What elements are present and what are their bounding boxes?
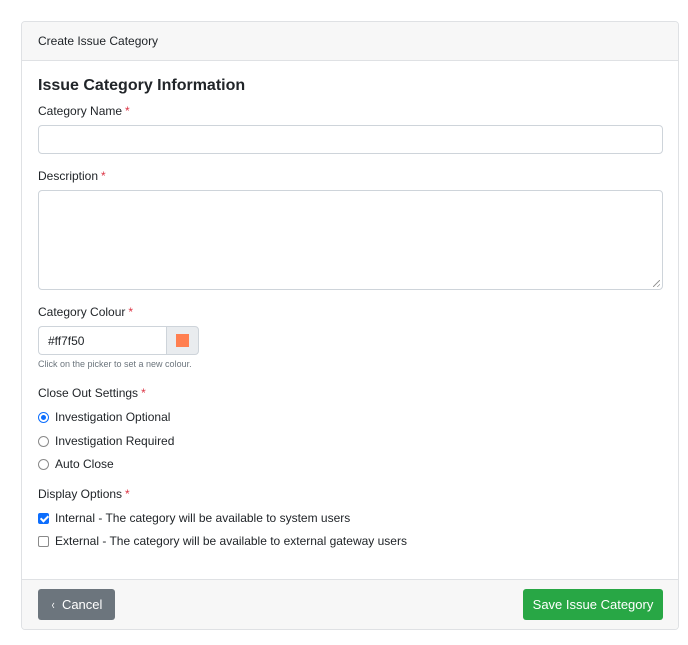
radio-button[interactable]: [38, 458, 49, 470]
section-title: Issue Category Information: [38, 77, 246, 94]
colour-help-text: Click on the picker to set a new colour.: [38, 359, 192, 369]
colour-hex-input[interactable]: #ff7f50: [38, 326, 166, 355]
radio-button[interactable]: [38, 411, 49, 423]
radio-button[interactable]: [38, 435, 49, 447]
card-footer: ‹ Cancel Save Issue Category: [22, 579, 678, 629]
chevron-left-icon: ‹: [51, 597, 55, 612]
cancel-button[interactable]: ‹ Cancel: [38, 589, 115, 620]
save-issue-category-button[interactable]: Save Issue Category: [523, 589, 663, 620]
close-out-settings-label: Close Out Settings *: [38, 386, 146, 400]
required-asterisk: *: [125, 104, 130, 118]
resize-grip-icon[interactable]: [653, 280, 660, 287]
category-colour-label: Category Colour *: [38, 305, 134, 319]
colour-input-group: #ff7f50: [38, 326, 199, 355]
radio-investigation-optional[interactable]: Investigation Optional: [38, 410, 170, 424]
checkbox[interactable]: [38, 535, 49, 547]
display-options-label: Display Options *: [38, 487, 130, 501]
card-header: Create Issue Category: [22, 22, 678, 61]
checkbox-internal[interactable]: Internal - The category will be availabl…: [38, 511, 350, 525]
description-textarea[interactable]: [38, 190, 663, 290]
checkbox[interactable]: [38, 512, 49, 524]
required-asterisk: *: [141, 386, 146, 400]
required-asterisk: *: [125, 487, 130, 501]
create-issue-category-card: Create Issue Category Issue Category Inf…: [21, 21, 679, 630]
checkbox-external[interactable]: External - The category will be availabl…: [38, 534, 407, 548]
description-label: Description *: [38, 169, 106, 183]
required-asterisk: *: [101, 169, 106, 183]
category-name-input[interactable]: [38, 125, 663, 154]
radio-auto-close[interactable]: Auto Close: [38, 457, 114, 471]
colour-picker-button[interactable]: [166, 326, 199, 355]
radio-investigation-required[interactable]: Investigation Required: [38, 434, 174, 448]
card-header-title: Create Issue Category: [38, 34, 159, 48]
colour-swatch-icon: [176, 334, 189, 347]
required-asterisk: *: [128, 305, 134, 319]
category-name-label: Category Name *: [38, 104, 130, 118]
